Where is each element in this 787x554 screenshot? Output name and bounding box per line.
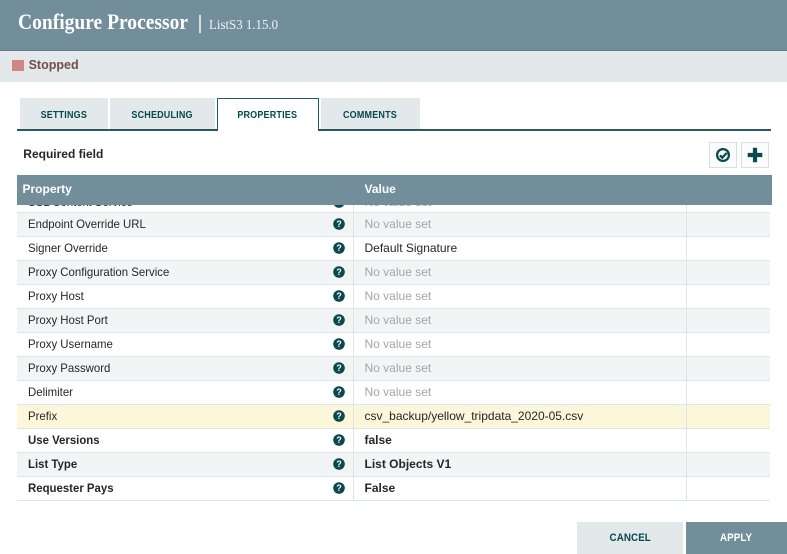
svg-text:?: ? [336, 243, 341, 253]
svg-text:?: ? [336, 363, 341, 373]
svg-text:?: ? [336, 339, 341, 349]
svg-text:?: ? [336, 411, 341, 421]
svg-text:?: ? [336, 219, 341, 229]
svg-text:?: ? [336, 459, 341, 469]
svg-text:?: ? [336, 435, 341, 445]
svg-text:?: ? [336, 291, 341, 301]
svg-text:?: ? [336, 483, 341, 493]
svg-text:?: ? [336, 267, 341, 277]
svg-text:?: ? [336, 315, 341, 325]
svg-text:?: ? [336, 205, 341, 207]
svg-text:?: ? [336, 387, 341, 397]
